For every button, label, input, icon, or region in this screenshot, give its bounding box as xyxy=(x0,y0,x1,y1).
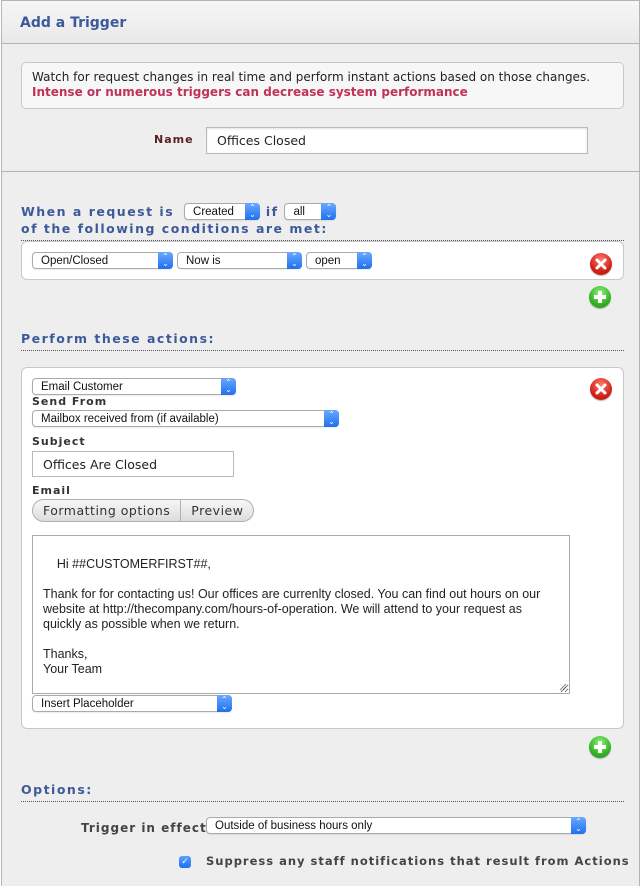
updown-chevron-icon: ⌃ ⌄ xyxy=(324,410,339,427)
remove-condition-button[interactable] xyxy=(590,253,612,275)
page-title: Add a Trigger xyxy=(20,15,127,31)
add-circle-icon xyxy=(594,291,606,303)
updown-chevron-icon: ⌃ ⌄ xyxy=(221,378,236,395)
formatting-options-button[interactable]: Formatting options xyxy=(32,499,182,522)
suppress-notifications-label[interactable]: Suppress any staff notifications that re… xyxy=(206,854,630,868)
resize-grip-icon[interactable] xyxy=(559,683,567,691)
subject-input[interactable]: Offices Are Closed xyxy=(32,451,234,477)
updown-chevron-icon: ⌃ ⌄ xyxy=(357,252,372,269)
options-heading: Options: xyxy=(21,782,624,802)
checkmark-icon: ✓ xyxy=(181,857,189,867)
name-input[interactable]: Offices Closed xyxy=(206,127,588,154)
condition-value-value: open xyxy=(315,255,341,267)
condition-value-select[interactable]: open ⌃ ⌄ xyxy=(306,252,372,269)
subject-label: Subject xyxy=(32,435,86,448)
section-divider xyxy=(2,171,639,172)
condition-operator-select[interactable]: Now is ⌃ ⌄ xyxy=(177,252,302,269)
match-select[interactable]: all ⌃ ⌄ xyxy=(284,203,337,220)
conditions-prefix: When a request is xyxy=(21,204,175,219)
updown-chevron-icon: ⌃ ⌄ xyxy=(571,817,586,834)
event-select-value: Created xyxy=(193,206,234,218)
conditions-connector: if xyxy=(265,204,279,219)
info-description: Watch for request changes in real time a… xyxy=(32,70,591,84)
action-type-select[interactable]: Email Customer ⌃ ⌄ xyxy=(32,378,236,395)
name-label: Name xyxy=(154,133,194,146)
conditions-suffix: of the following conditions are met: xyxy=(21,221,328,236)
insert-placeholder-value: Insert Placeholder xyxy=(41,698,134,710)
condition-field-value: Open/Closed xyxy=(41,255,109,267)
match-select-value: all xyxy=(293,206,305,218)
send-from-value: Mailbox received from (if available) xyxy=(41,413,219,425)
updown-chevron-icon: ⌃ ⌄ xyxy=(158,252,173,269)
trigger-in-effect-label: Trigger in effect xyxy=(81,821,207,835)
event-select[interactable]: Created ⌃ ⌄ xyxy=(184,203,261,220)
updown-chevron-icon: ⌃ ⌄ xyxy=(245,203,261,220)
remove-action-button[interactable] xyxy=(590,378,612,400)
email-label: Email xyxy=(32,484,71,497)
email-body-textarea[interactable]: Hi ##CUSTOMERFIRST##, Thank for for cont… xyxy=(32,535,570,694)
panel-header: Add a Trigger xyxy=(2,1,639,44)
email-toolbar: Formatting options Preview xyxy=(32,499,255,522)
condition-operator-value: Now is xyxy=(186,255,221,267)
condition-field-select[interactable]: Open/Closed ⌃ ⌄ xyxy=(32,252,173,269)
send-from-label: Send From xyxy=(32,395,108,408)
remove-circle-icon xyxy=(595,383,607,395)
remove-circle-icon xyxy=(595,258,607,270)
add-action-button[interactable] xyxy=(589,736,611,758)
suppress-notifications-checkbox[interactable]: ✓ xyxy=(179,856,191,868)
add-condition-button[interactable] xyxy=(589,286,611,308)
email-body-text: Hi ##CUSTOMERFIRST##, Thank for for cont… xyxy=(43,557,541,676)
info-box: Watch for request changes in real time a… xyxy=(21,62,624,109)
trigger-panel: Add a Trigger Watch for request changes … xyxy=(1,0,640,886)
actions-heading: Perform these actions: xyxy=(21,331,624,351)
insert-placeholder-select[interactable]: Insert Placeholder ⌃ ⌄ xyxy=(32,695,232,712)
add-circle-icon xyxy=(594,741,606,753)
updown-chevron-icon: ⌃ ⌄ xyxy=(321,203,337,220)
conditions-heading: When a request is Created ⌃ ⌄ if all ⌃ ⌄ o… xyxy=(21,203,624,241)
action-type-value: Email Customer xyxy=(41,381,123,393)
trigger-in-effect-value: Outside of business hours only xyxy=(215,820,373,832)
preview-button[interactable]: Preview xyxy=(181,499,255,522)
send-from-select[interactable]: Mailbox received from (if available) ⌃ ⌄ xyxy=(32,410,339,427)
updown-chevron-icon: ⌃ ⌄ xyxy=(287,252,302,269)
updown-chevron-icon: ⌃ ⌄ xyxy=(217,695,232,712)
trigger-in-effect-select[interactable]: Outside of business hours only ⌃ ⌄ xyxy=(206,817,586,834)
condition-row: Open/Closed ⌃ ⌄ Now is ⌃ ⌄ open ⌃ ⌄ xyxy=(21,241,624,280)
info-warning: Intense or numerous triggers can decreas… xyxy=(32,85,468,99)
